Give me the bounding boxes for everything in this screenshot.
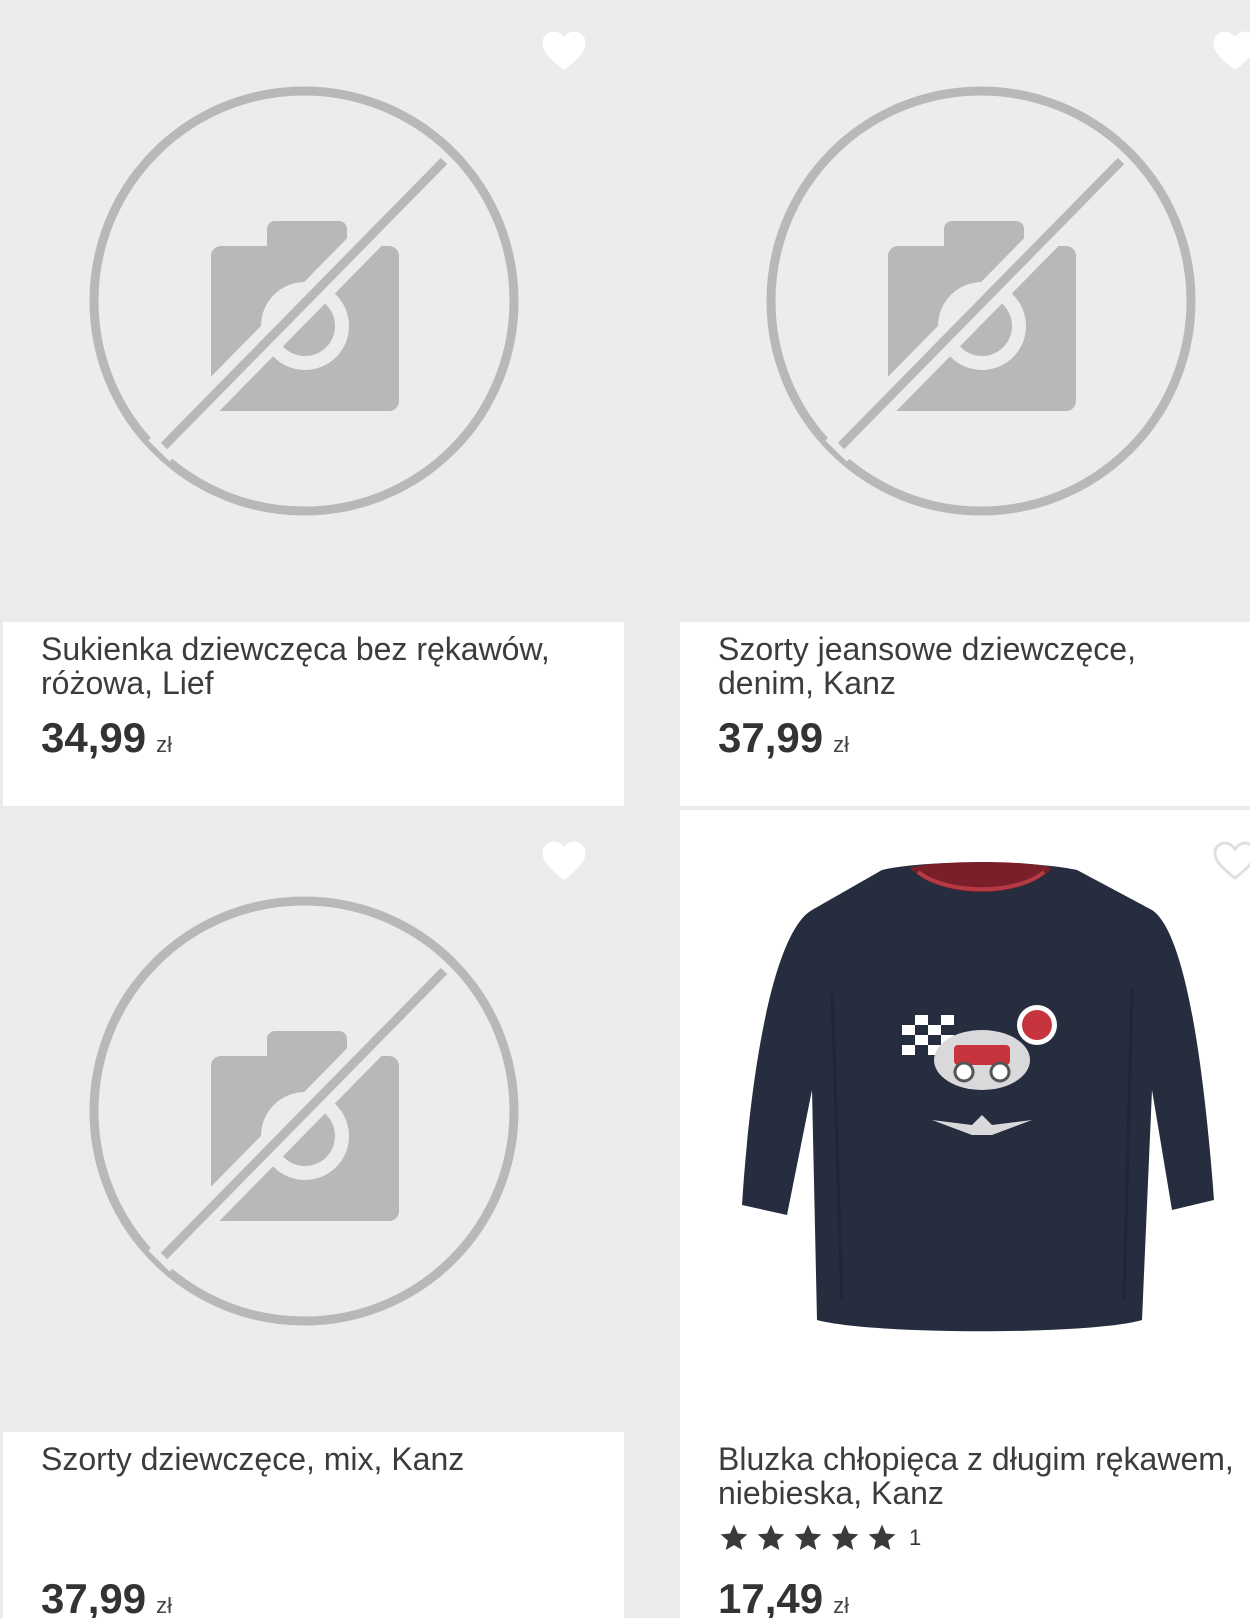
heart-outline-icon[interactable] (541, 840, 587, 882)
no-photo-icon (89, 896, 519, 1326)
product-title[interactable]: Bluzka chłopięca z długim rękawem, niebi… (718, 1442, 1238, 1510)
product-rating: 1 (718, 1522, 921, 1554)
star-icon (794, 1524, 822, 1550)
price-value: 17,49 (718, 1575, 824, 1618)
sweatshirt-image (742, 862, 1214, 1332)
star-icon (868, 1524, 896, 1550)
price-value: 37,99 (718, 714, 824, 761)
price-value: 34,99 (41, 714, 147, 761)
heart-outline-icon[interactable] (1212, 840, 1250, 882)
heart-outline-icon[interactable] (541, 30, 587, 72)
no-photo-icon (89, 86, 519, 516)
price-currency: zł (156, 732, 172, 757)
product-price: 34,99 zł (41, 714, 172, 762)
price-value: 37,99 (41, 1575, 147, 1618)
star-icon (831, 1524, 859, 1550)
price-currency: zł (156, 1593, 172, 1618)
product-card[interactable]: Szorty dziewczęce, mix, Kanz 37,99 zł (3, 810, 624, 1618)
product-title[interactable]: Szorty dziewczęce, mix, Kanz (41, 1442, 601, 1476)
product-title[interactable]: Szorty jeansowe dziewczęce, denim, Kanz (718, 632, 1238, 700)
product-price: 37,99 zł (718, 714, 849, 762)
price-currency: zł (833, 732, 849, 757)
product-image[interactable] (3, 810, 624, 1432)
product-price: 37,99 zł (41, 1575, 172, 1618)
product-card[interactable]: Szorty jeansowe dziewczęce, denim, Kanz … (680, 0, 1250, 806)
star-icon (720, 1524, 748, 1550)
rating-count: 1 (909, 1525, 922, 1550)
no-photo-icon (766, 86, 1196, 516)
star-icon (757, 1524, 785, 1550)
product-card[interactable]: Bluzka chłopięca z długim rękawem, niebi… (680, 810, 1250, 1618)
product-grid: Sukienka dziewczęca bez rękawów, różowa,… (0, 0, 1250, 1618)
product-image[interactable] (3, 0, 624, 622)
product-card[interactable]: Sukienka dziewczęca bez rękawów, różowa,… (3, 0, 624, 806)
product-price: 17,49 zł (718, 1575, 849, 1618)
product-image[interactable] (680, 0, 1250, 622)
product-title[interactable]: Sukienka dziewczęca bez rękawów, różowa,… (41, 632, 601, 700)
heart-outline-icon[interactable] (1212, 30, 1250, 72)
price-currency: zł (833, 1593, 849, 1618)
product-image[interactable] (680, 810, 1250, 1432)
